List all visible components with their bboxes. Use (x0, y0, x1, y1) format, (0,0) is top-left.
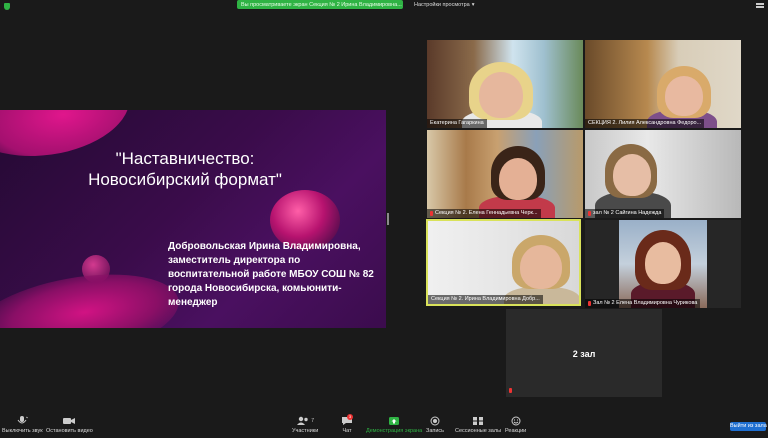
stop-video-button[interactable]: Остановить видео (46, 416, 93, 438)
participant-name: Екатерина Гагаркина (427, 119, 487, 128)
record-icon (430, 416, 440, 426)
screen-share-banner-text: Вы просматриваете экран Секция № 2 Ирина… (241, 1, 402, 8)
chat-unread-badge: 3 (347, 414, 353, 420)
participant-name: Секция № 2. Елена Геннадьевна Черк... (427, 209, 541, 218)
chat-icon: 3 (341, 414, 353, 426)
person-face (499, 158, 537, 200)
muted-mic-icon (588, 211, 591, 216)
breakout-rooms-icon (472, 416, 484, 426)
chat-label: Чат (342, 428, 352, 434)
person-face (645, 242, 681, 284)
participants-button[interactable]: 7 Участники (292, 416, 318, 438)
slide-speaker-info: Добровольская Ирина Владимировна, замест… (168, 240, 383, 310)
slide-title: "Наставничество: Новосибирский формат" (40, 148, 330, 190)
participant-name: Секция № 2. Ирина Владимировна Добр... (428, 295, 543, 304)
person-face (479, 72, 523, 118)
view-options-label: Настройки просмотра (414, 1, 470, 8)
view-options-button[interactable]: Настройки просмотра ▾ (414, 0, 474, 9)
participants-label: Участники (292, 428, 319, 434)
reactions-label: Реакции (505, 428, 527, 434)
slide-text-line: заместитель директора по (168, 255, 301, 266)
participants-count: 7 (311, 418, 315, 424)
chat-button[interactable]: 3 Чат (341, 414, 353, 438)
leave-meeting-button[interactable]: Выйти из зала (730, 422, 767, 431)
slide-text-line: города Новосибирска, комьюнити- (168, 283, 342, 294)
person-face (613, 154, 651, 196)
participants-icon: 7 (296, 416, 314, 426)
video-camera-icon (62, 416, 76, 426)
share-screen-button[interactable]: Демонстрация экрана (366, 416, 422, 438)
security-shield-icon[interactable] (4, 3, 10, 10)
share-screen-label: Демонстрация экрана (366, 428, 423, 434)
chevron-down-icon: ▾ (471, 1, 475, 8)
record-button[interactable]: Запись (426, 416, 444, 438)
reactions-smiley-icon (511, 416, 521, 426)
record-label: Запись (426, 428, 445, 434)
person-face (520, 245, 562, 289)
participant-video-tile[interactable]: Секция № 2. Елена Геннадьевна Черк... (427, 130, 583, 218)
person-face (665, 76, 703, 116)
slide-text-line: воспитательной работе МБОУ СОШ № 82 (168, 269, 374, 280)
participant-no-video-tile[interactable]: 2 зал (506, 309, 662, 397)
participant-name: СЕКЦИЯ 2. Лилия Александровна Федоро... (585, 119, 705, 128)
reactions-button[interactable]: Реакции (505, 416, 526, 438)
slide-text-line: Добровольская Ирина Владимировна, (168, 241, 361, 252)
share-screen-icon (388, 416, 400, 426)
active-speaker-video-tile[interactable]: Секция № 2. Ирина Владимировна Добр... (426, 219, 581, 306)
participant-name: Зал № 2 Елена Владимировна Чурикова (585, 299, 701, 308)
slide-title-line: "Наставничество: (115, 149, 255, 168)
participant-video-tile[interactable]: Зал № 2 Елена Владимировна Чурикова (585, 220, 741, 308)
participant-video-tile[interactable]: зал № 2 Сайгина Надежда (585, 130, 741, 218)
participant-name: зал № 2 Сайгина Надежда (585, 209, 665, 218)
breakout-rooms-button[interactable]: Сессионные залы (455, 416, 501, 438)
participant-name: 2 зал (572, 349, 596, 359)
mute-button-label: Выключить звук (2, 428, 43, 434)
split-view-handle[interactable] (387, 213, 389, 225)
stop-video-label: Остановить видео (46, 428, 93, 434)
microphone-icon (16, 416, 29, 426)
shared-screen-slide: "Наставничество: Новосибирский формат" Д… (0, 110, 386, 328)
view-layout-icon[interactable] (756, 3, 764, 9)
participant-video-tile[interactable]: Екатерина Гагаркина (427, 40, 583, 128)
participant-video-tile[interactable]: СЕКЦИЯ 2. Лилия Александровна Федоро... (585, 40, 741, 128)
slide-title-line: Новосибирский формат" (88, 170, 282, 189)
muted-mic-icon (509, 388, 512, 393)
mute-button[interactable]: Выключить звук (2, 416, 43, 438)
slide-text-line: менеджер (168, 297, 218, 308)
screen-share-banner[interactable]: Вы просматриваете экран Секция № 2 Ирина… (237, 0, 403, 9)
muted-mic-icon (430, 211, 433, 216)
muted-mic-icon (588, 301, 591, 306)
breakout-rooms-label: Сессионные залы (455, 428, 502, 434)
